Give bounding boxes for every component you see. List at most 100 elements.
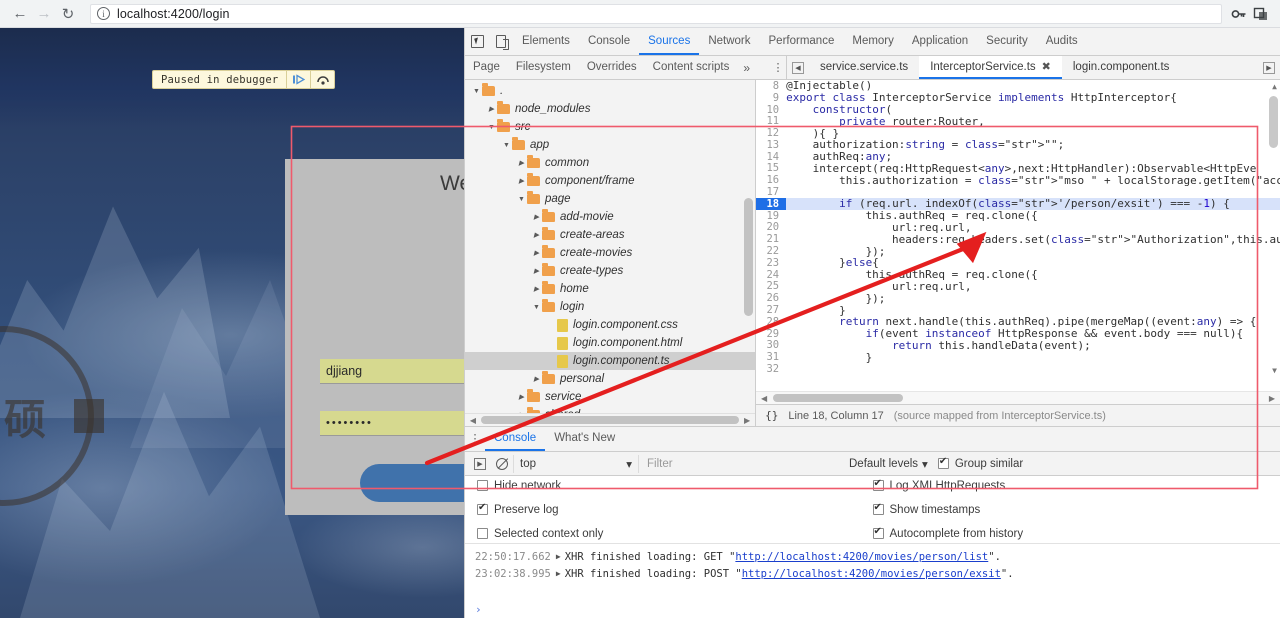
tree-item[interactable]: ▶ add-movie — [465, 208, 755, 226]
line-number[interactable]: 18 — [756, 197, 787, 210]
code-line-current[interactable]: 18 if (req.url. indexOf(class="str">'/pe… — [756, 197, 1280, 210]
tree-item[interactable]: ▼ page — [465, 190, 755, 208]
tab-console[interactable]: Console — [579, 28, 639, 55]
line-number[interactable]: 10 — [756, 103, 787, 116]
code-line[interactable]: 15 intercept(req:HttpRequest<any>,next:H… — [756, 162, 1280, 175]
tab-sources[interactable]: Sources — [639, 28, 700, 55]
line-number[interactable]: 30 — [756, 339, 787, 352]
execution-context-icon[interactable]: ▶ — [469, 453, 491, 475]
line-number[interactable]: 19 — [756, 209, 787, 222]
chevron-right-icon[interactable]: ▶ — [516, 393, 527, 401]
group-similar-checkbox[interactable]: Group similar — [937, 456, 1023, 470]
reload-icon[interactable]: ↻ — [56, 2, 80, 26]
chevron-down-icon[interactable]: ▼ — [486, 124, 497, 131]
code-scroll-up-icon[interactable]: ▲ — [1272, 82, 1277, 91]
tree-item[interactable]: ▶ node_modules — [465, 100, 755, 118]
code-line[interactable]: 21 headers:req.headers.set(class="str">"… — [756, 233, 1280, 246]
setting-preserve-log[interactable]: Preserve log — [477, 502, 559, 516]
tab-performance[interactable]: Performance — [760, 28, 844, 55]
tree-item[interactable]: login.component.html — [465, 334, 755, 352]
code-line[interactable]: 14 authReq:any; — [756, 150, 1280, 163]
code-line[interactable]: 26 }); — [756, 292, 1280, 305]
nav-kebab-icon[interactable]: ⋮ — [770, 56, 786, 79]
file-tree-scrollbar[interactable] — [744, 198, 754, 316]
chevron-down-icon[interactable]: ▼ — [516, 196, 527, 203]
code-hscroll-left-icon[interactable]: ◀ — [758, 394, 770, 403]
file-tab-interceptorservice-ts[interactable]: InterceptorService.ts ✖ — [919, 56, 1062, 79]
line-number[interactable]: 26 — [756, 292, 787, 305]
clear-console-icon[interactable] — [491, 453, 513, 475]
chevron-right-icon[interactable]: ▶ — [531, 375, 542, 383]
code-line[interactable]: 10 constructor( — [756, 103, 1280, 116]
file-tree-hscrollbar[interactable]: ◀ ▶ — [465, 413, 756, 426]
hscroll-thumb[interactable] — [481, 416, 740, 424]
setting-selected-context-only[interactable]: Selected context only — [477, 528, 603, 540]
subtab-filesystem[interactable]: Filesystem — [508, 56, 579, 79]
device-toolbar-icon[interactable] — [489, 28, 513, 55]
code-line[interactable]: 24 this.authReq = req.clone({ — [756, 268, 1280, 281]
line-number[interactable]: 14 — [756, 150, 787, 163]
code-line[interactable]: 20 url:req.url, — [756, 221, 1280, 234]
line-number[interactable]: 22 — [756, 245, 787, 258]
chevron-down-icon[interactable]: ▼ — [501, 142, 512, 149]
chevron-right-icon[interactable]: ▶ — [531, 267, 542, 275]
line-number[interactable]: 20 — [756, 221, 787, 234]
tree-item[interactable]: ▶ create-movies — [465, 244, 755, 262]
chevron-right-icon[interactable]: ▶ — [531, 231, 542, 239]
code-line[interactable]: 32 — [756, 363, 1280, 376]
code-line[interactable]: 8 @Injectable() — [756, 80, 1280, 92]
code-line[interactable]: 23 }else{ — [756, 256, 1280, 269]
chevron-right-icon[interactable]: ▶ — [516, 177, 527, 185]
line-number[interactable]: 16 — [756, 174, 787, 187]
subtab-page[interactable]: Page — [465, 56, 508, 79]
subtab-content-scripts[interactable]: Content scripts — [645, 56, 738, 79]
tab-elements[interactable]: Elements — [513, 28, 579, 55]
resume-script-icon[interactable] — [286, 71, 310, 88]
code-line[interactable]: 27 } — [756, 304, 1280, 317]
code-line[interactable]: 9 export class InterceptorService impleme… — [756, 91, 1280, 104]
line-number[interactable]: 21 — [756, 233, 787, 246]
message-link[interactable]: http://localhost:4200/movies/person/exsi… — [742, 568, 1001, 580]
log-levels-selector[interactable]: Default levels ▾ — [849, 457, 928, 471]
code-line[interactable]: 29 if(event instanceof HttpResponse && e… — [756, 327, 1280, 340]
hscroll-left-icon[interactable]: ◀ — [467, 416, 479, 425]
drawer-tab-what-s-new[interactable]: What's New — [545, 427, 624, 451]
line-number[interactable]: 32 — [756, 363, 787, 376]
chevron-right-icon[interactable]: ▶ — [486, 105, 497, 113]
hscroll-right-icon[interactable]: ▶ — [741, 416, 753, 425]
code-line[interactable]: 31 } — [756, 351, 1280, 364]
tree-item[interactable]: login.component.css — [465, 316, 755, 334]
tree-item[interactable]: ▶ home — [465, 280, 755, 298]
tab-network[interactable]: Network — [699, 28, 759, 55]
tree-item[interactable]: ▶ create-areas — [465, 226, 755, 244]
chevron-right-icon[interactable]: ▶ — [516, 159, 527, 167]
line-number[interactable]: 31 — [756, 351, 787, 364]
pretty-print-icon[interactable]: {} — [765, 409, 778, 422]
tab-scroll-left-icon[interactable]: ◀ — [787, 56, 809, 79]
code-hscroll-right-icon[interactable]: ▶ — [1266, 394, 1278, 403]
tree-item[interactable]: ▼ src — [465, 118, 755, 136]
code-line[interactable]: 30 return this.handleData(event); — [756, 339, 1280, 352]
setting-show-timestamps[interactable]: Show timestamps — [872, 502, 980, 516]
message-link[interactable]: http://localhost:4200/movies/person/list — [735, 551, 988, 563]
tree-item[interactable]: ▶ component/frame — [465, 172, 755, 190]
line-number[interactable]: 24 — [756, 268, 787, 281]
line-number[interactable]: 25 — [756, 280, 787, 293]
tree-item[interactable]: ▶ shared — [465, 406, 755, 413]
code-line[interactable]: 11 private router:Router, — [756, 115, 1280, 128]
tree-item[interactable]: ▶ personal — [465, 370, 755, 388]
expand-arrow-icon[interactable]: ▶ — [556, 569, 561, 578]
code-line[interactable]: 16 this.authorization = class="str">"mso… — [756, 174, 1280, 187]
subtab-overrides[interactable]: Overrides — [579, 56, 645, 79]
tree-item[interactable]: login.component.ts — [465, 352, 756, 370]
line-number[interactable]: 9 — [756, 91, 787, 104]
tree-item[interactable]: ▼ app — [465, 136, 755, 154]
code-line[interactable]: 28 return next.handle(this.authReq).pipe… — [756, 315, 1280, 328]
code-line[interactable]: 22 }); — [756, 245, 1280, 258]
console-filter-input[interactable]: Filter — [638, 454, 793, 473]
tree-item[interactable]: ▶ common — [465, 154, 755, 172]
address-bar[interactable]: i localhost:4200/login — [90, 3, 1222, 24]
tree-item[interactable]: ▼ login — [465, 298, 755, 316]
tab-security[interactable]: Security — [977, 28, 1037, 55]
code-line[interactable]: 25 url:req.url, — [756, 280, 1280, 293]
